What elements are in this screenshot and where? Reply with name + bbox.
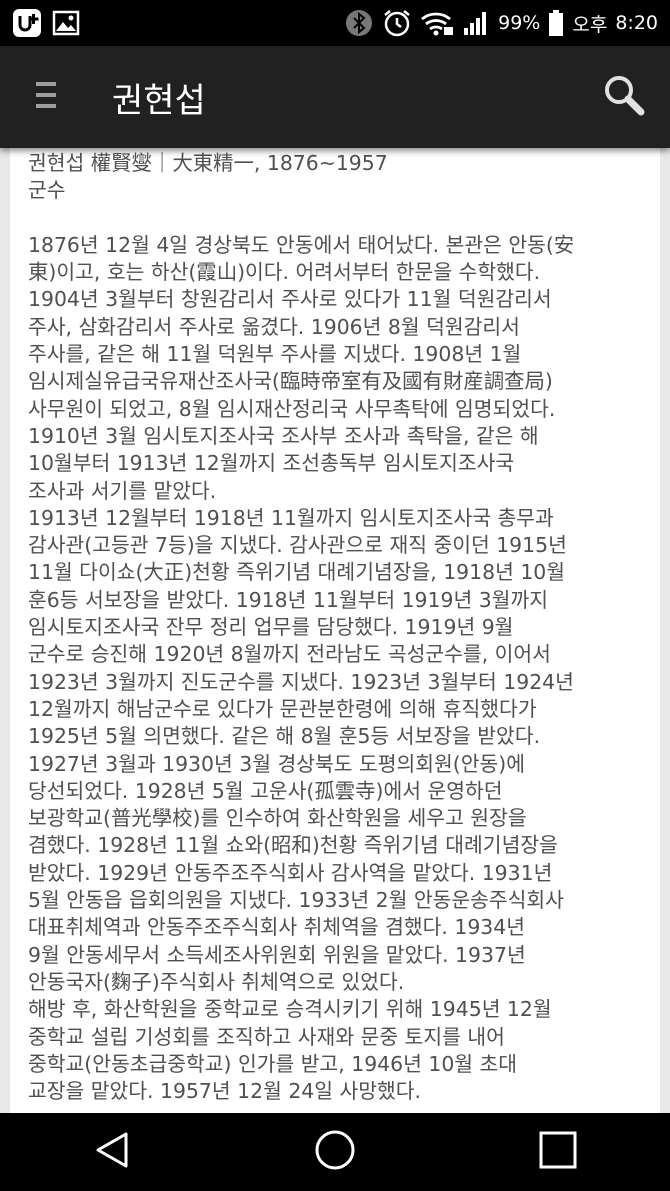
article-body-line: 10월부터 1913년 12월까지 조선총독부 임시토지조사국 — [28, 451, 515, 476]
clock-time: 8:20 — [615, 12, 658, 34]
signal-icon — [462, 9, 490, 37]
back-button[interactable] — [57, 1113, 167, 1191]
article-body-line: 12월까지 해남군수로 있다가 문관분한령에 의해 휴직했다가 — [28, 696, 537, 721]
article-header-line: 권현섭 權賢燮｜大東精一, 1876~1957 — [28, 151, 388, 175]
article-body-line: 東)이고, 호는 하산(霞山)이다. 어려서부터 한문을 수학했다. — [28, 260, 541, 285]
article-body-line: 받았다. 1929년 안동주조주식회사 감사역을 맡았다. 1931년 — [28, 860, 553, 885]
u-plus-icon — [12, 8, 42, 38]
article-body-line: 5월 안동읍 읍회의원을 지냈다. 1933년 2월 안동운송주식회사 — [28, 888, 564, 913]
article-body-line: 1876년 12월 4일 경상북도 안동에서 태어났다. 본관은 안동(安 — [28, 232, 575, 257]
article-body-line: 1910년 3월 임시토지조사국 조사부 조사과 촉탁을, 같은 해 — [28, 423, 539, 448]
article-text: 권현섭 權賢燮｜大東精一, 1876~1957 군수 1876년 12월 4일 경상… — [10, 148, 660, 1105]
status-bar: 99% 오후 8:20 — [0, 0, 670, 46]
article-content[interactable]: 권현섭 權賢燮｜大東精一, 1876~1957 군수 1876년 12월 4일 경상… — [10, 148, 660, 1113]
article-body-line: 임시제실유급국유재산조사국(臨時帝室有及國有財産調查局) — [28, 369, 553, 394]
article-body-line: 교장을 맡았다. 1957년 12월 24일 사망했다. — [28, 1079, 422, 1104]
article-body-line: 겸했다. 1928년 11월 쇼와(昭和)천황 즉위기념 대례기념장을 — [28, 833, 558, 858]
article-body-line: 훈6등 서보장을 받았다. 1918년 11월부터 1919년 3월까지 — [28, 587, 548, 612]
article-body-line: 중학교(안동초급중학교) 인가를 받고, 1946년 10월 초대 — [28, 1051, 518, 1076]
battery-icon — [548, 9, 564, 37]
article-header-line: 군수 — [28, 178, 66, 203]
article-body-line: 1904년 3월부터 창원감리서 주사로 있다가 11월 덕원감리서 — [28, 287, 552, 312]
article-body-line: 주사를, 같은 해 11월 덕원부 주사를 지냈다. 1908년 1월 — [28, 342, 522, 367]
article-body-line: 사무원이 되었고, 8월 임시재산정리국 사무촉탁에 임명되었다. — [28, 396, 556, 421]
alarm-icon — [382, 8, 412, 38]
article-body-line: 11월 다이쇼(大正)천황 즉위기념 대례기념장을, 1918년 10월 — [28, 560, 566, 585]
article-body-line: 대표취체역과 안동주조주식회사 취체역을 겸했다. 1934년 — [28, 915, 526, 940]
gallery-icon — [52, 10, 80, 36]
back-triangle-icon — [92, 1130, 132, 1174]
article-body-line: 군수로 승진해 1920년 8월까지 전라남도 곡성군수를, 이어서 — [28, 642, 551, 667]
status-left — [12, 8, 80, 38]
article-body-line: 중학교 설립 기성회를 조직하고 사재와 문중 토지를 내어 — [28, 1024, 505, 1049]
app-bar: 권현섭 — [0, 46, 670, 148]
article-body-line: 보광학교(普光學校)를 인수하여 화산학원을 세우고 원장을 — [28, 806, 527, 831]
menu-icon — [34, 80, 58, 114]
navigation-bar — [0, 1113, 670, 1191]
article-body-line: 임시토지조사국 잔무 정리 업무를 담당했다. 1919년 9월 — [28, 615, 514, 640]
status-right: 99% 오후 8:20 — [344, 8, 658, 38]
search-button[interactable] — [578, 46, 670, 148]
recents-button[interactable] — [503, 1113, 613, 1191]
bluetooth-icon — [344, 8, 374, 38]
menu-button[interactable] — [0, 46, 92, 148]
article-body-line: 안동국자(麴子)주식회사 취체역으로 있었다. — [28, 969, 405, 994]
ampm-label: 오후 — [572, 13, 608, 36]
article-body-line: 1925년 5월 의면했다. 같은 해 8월 훈5등 서보장을 받았다. — [28, 724, 541, 749]
article-body-line: 9월 안동세무서 소득세조사위원회 위원을 맡았다. 1937년 — [28, 942, 526, 967]
home-circle-icon — [314, 1129, 356, 1175]
home-button[interactable] — [280, 1113, 390, 1191]
article-body-line: 1927년 3월과 1930년 3월 경상북도 도평의회원(안동)에 — [28, 751, 525, 776]
battery-percent: 99% — [498, 12, 541, 34]
article-body-line: 1923년 3월까지 진도군수를 지냈다. 1923년 3월부터 1924년 — [28, 669, 574, 694]
article-body-line: 조사과 서기를 맡았다. — [28, 478, 217, 503]
article-body-line: 당선되었다. 1928년 5월 고운사(孤雲寺)에서 운영하던 — [28, 778, 503, 803]
page-title: 권현섭 — [112, 80, 206, 121]
article-body-line: 감사관(고등관 7등)을 지냈다. 감사관으로 재직 중이던 1915년 — [28, 533, 567, 558]
wifi-lock-icon — [420, 9, 454, 37]
search-icon — [602, 73, 646, 121]
article-body-line: 1913년 12월부터 1918년 11월까지 임시토지조사국 총무과 — [28, 505, 554, 530]
recents-square-icon — [538, 1130, 578, 1174]
article-body-line: 해방 후, 화산학원을 중학교로 승격시키기 위해 1945년 12월 — [28, 997, 552, 1022]
article-body-line: 주사, 삼화감리서 주사로 옮겼다. 1906년 8월 덕원감리서 — [28, 314, 520, 339]
